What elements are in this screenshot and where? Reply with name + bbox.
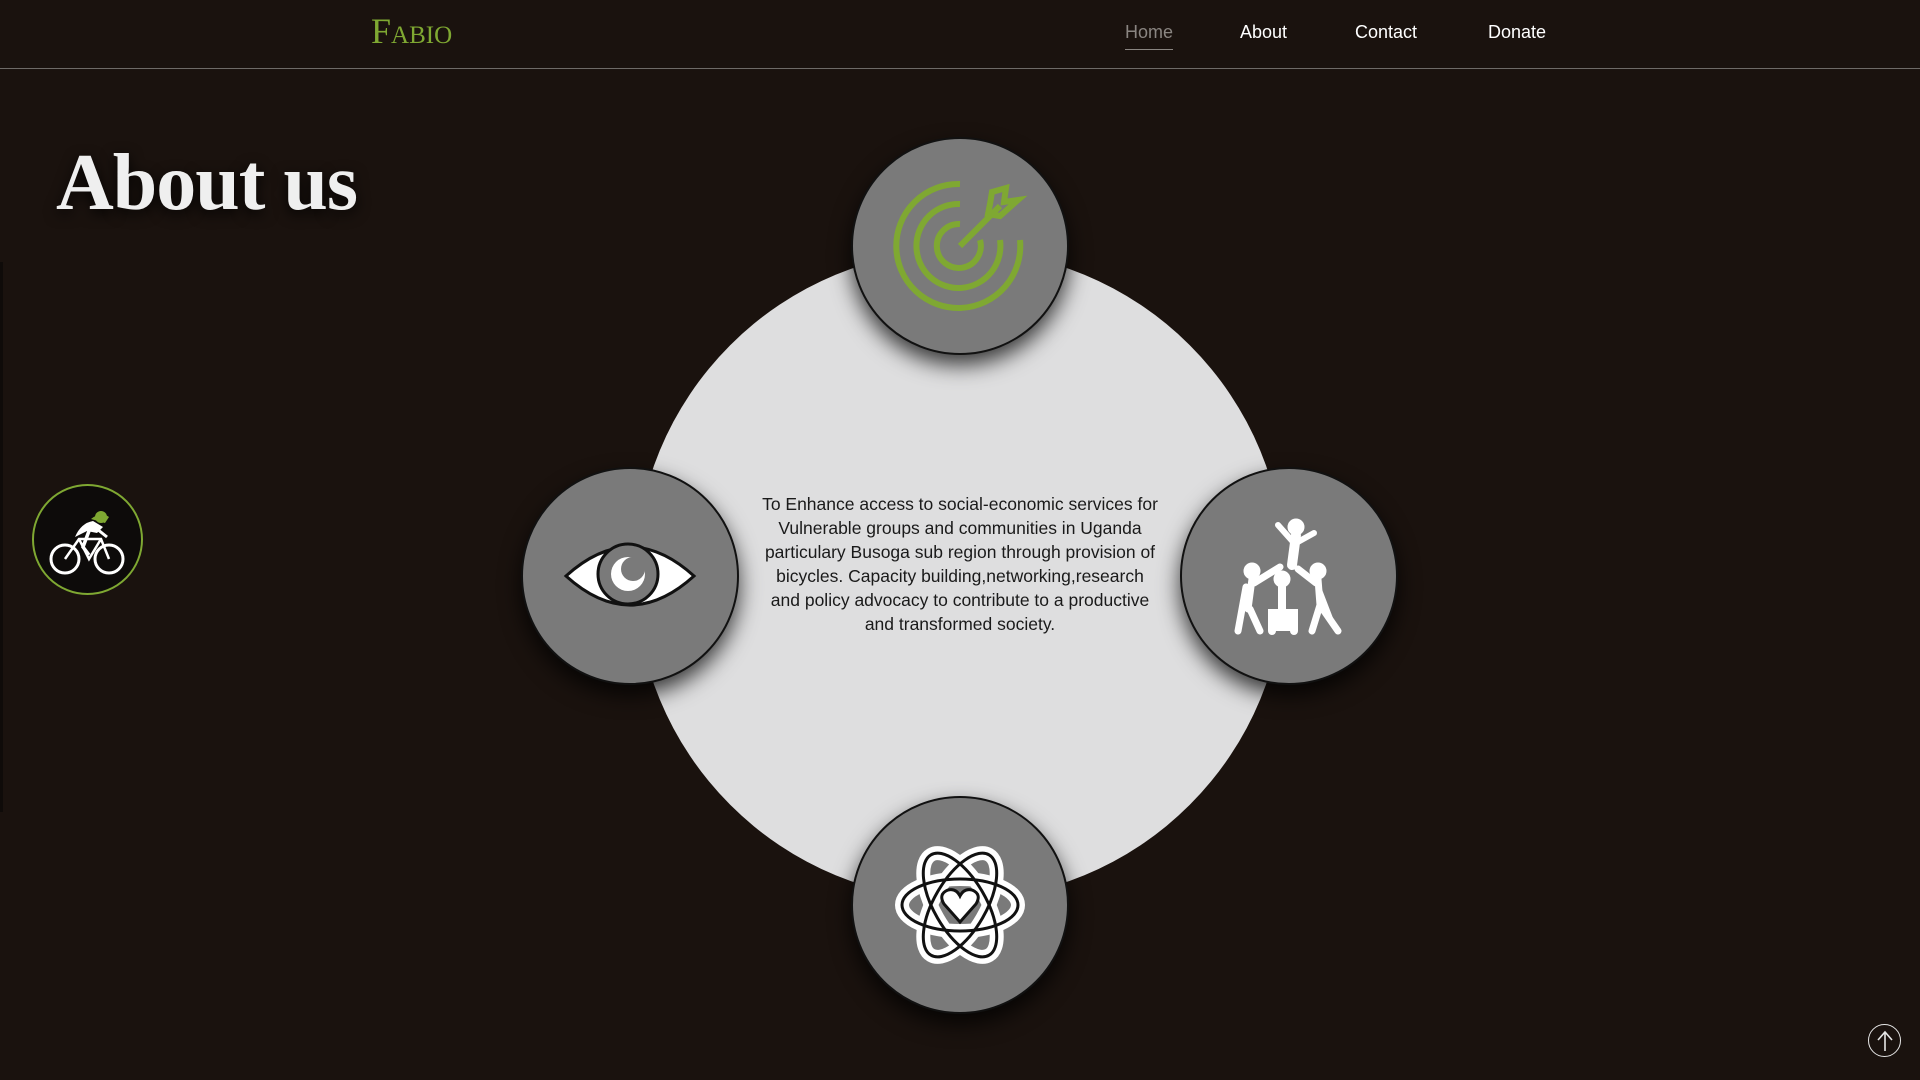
goal-node[interactable]	[851, 137, 1069, 355]
left-edge-shadow	[0, 262, 3, 812]
atom-heart-icon	[895, 846, 1025, 964]
teamwork-node[interactable]	[1180, 467, 1398, 685]
nav-donate[interactable]: Donate	[1488, 22, 1546, 43]
site-header: Fabio Home About Contact Donate	[0, 0, 1920, 69]
cyclist-badge[interactable]	[32, 484, 143, 595]
site-logo[interactable]: Fabio	[371, 10, 452, 52]
values-node[interactable]	[851, 796, 1069, 1014]
eye-icon	[563, 542, 697, 607]
arrow-up-icon	[1876, 1030, 1893, 1051]
nav-home[interactable]: Home	[1125, 22, 1174, 50]
mission-statement: To Enhance access to social-economic ser…	[762, 494, 1158, 634]
target-icon	[893, 180, 1028, 311]
scroll-to-top-button[interactable]	[1868, 1024, 1901, 1057]
nav-about[interactable]: About	[1240, 22, 1287, 43]
teamwork-icon	[1234, 518, 1342, 635]
nav-contact[interactable]: Contact	[1355, 22, 1417, 43]
vision-node[interactable]	[521, 467, 739, 685]
page-title: About us	[56, 139, 358, 227]
cyclist-icon	[49, 510, 124, 574]
